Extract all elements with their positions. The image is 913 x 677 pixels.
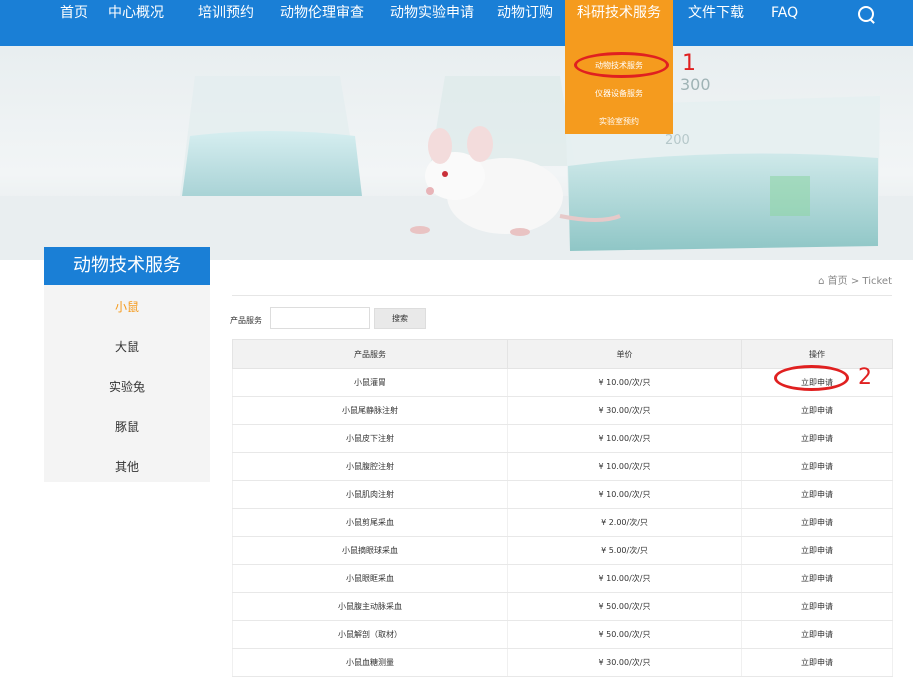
table-header-row: 产品服务 单价 操作 <box>232 339 893 369</box>
service-name: 小鼠肌肉注射 <box>232 480 508 509</box>
nav-item-home[interactable]: 首页 <box>60 0 88 46</box>
service-price: ¥ 10.00/次/只 <box>507 424 742 453</box>
top-nav: 首页 中心概况 培训预约 动物伦理审查 动物实验申请 动物订购 科研技术服务 文… <box>0 0 913 46</box>
table-row: 小鼠肌肉注射 ¥ 10.00/次/只 立即申请 <box>232 480 893 509</box>
apply-link[interactable]: 立即申请 <box>741 536 893 565</box>
apply-link[interactable]: 立即申请 <box>741 648 893 677</box>
service-price: ¥ 30.00/次/只 <box>507 648 742 677</box>
sidebar-item-mouse[interactable]: 小鼠 <box>44 298 210 315</box>
sidebar-item-rabbit[interactable]: 实验兔 <box>44 378 210 395</box>
apply-link[interactable]: 立即申请 <box>741 480 893 509</box>
table-row: 小鼠尾静脉注射 ¥ 30.00/次/只 立即申请 <box>232 396 893 425</box>
table-row: 小鼠血糖测量 ¥ 30.00/次/只 立即申请 <box>232 648 893 677</box>
search-icon[interactable] <box>858 6 874 22</box>
sidebar-item-other[interactable]: 其他 <box>44 458 210 475</box>
header-price: 单价 <box>507 339 742 369</box>
table-row: 小鼠腹腔注射 ¥ 10.00/次/只 立即申请 <box>232 452 893 481</box>
table-row: 小鼠剪尾采血 ¥ 2.00/次/只 立即申请 <box>232 508 893 537</box>
sidebar-title: 动物技术服务 <box>44 247 210 285</box>
service-price: ¥ 5.00/次/只 <box>507 536 742 565</box>
apply-link[interactable]: 立即申请 <box>741 424 893 453</box>
service-price: ¥ 30.00/次/只 <box>507 396 742 425</box>
search-button[interactable]: 搜索 <box>374 308 426 329</box>
home-icon: ⌂ <box>818 276 825 287</box>
nav-item-research-services[interactable]: 科研技术服务 <box>565 0 673 46</box>
nav-item-training[interactable]: 培训预约 <box>198 0 254 46</box>
service-name: 小鼠灌胃 <box>232 368 508 397</box>
table-row: 小鼠摘眼球采血 ¥ 5.00/次/只 立即申请 <box>232 536 893 565</box>
table-row: 小鼠解剖（取材） ¥ 50.00/次/只 立即申请 <box>232 620 893 649</box>
breadcrumb-current: > Ticket <box>850 276 892 287</box>
table-row: 小鼠皮下注射 ¥ 10.00/次/只 立即申请 <box>232 424 893 453</box>
nav-item-animal-order[interactable]: 动物订购 <box>497 0 553 46</box>
service-name: 小鼠皮下注射 <box>232 424 508 453</box>
service-name: 小鼠眼眶采血 <box>232 564 508 593</box>
annotation-circle-1 <box>574 52 669 78</box>
service-name: 小鼠摘眼球采血 <box>232 536 508 565</box>
service-price: ¥ 2.00/次/只 <box>507 508 742 537</box>
nav-item-experiment-apply[interactable]: 动物实验申请 <box>390 0 474 46</box>
service-price: ¥ 10.00/次/只 <box>507 480 742 509</box>
service-search-input[interactable] <box>270 307 370 329</box>
sidebar-item-rat[interactable]: 大鼠 <box>44 338 210 355</box>
nav-item-downloads[interactable]: 文件下载 <box>688 0 744 46</box>
apply-link[interactable]: 立即申请 <box>741 620 893 649</box>
content-divider <box>232 295 892 296</box>
header-service: 产品服务 <box>232 339 508 369</box>
breadcrumb-home[interactable]: 首页 <box>828 276 848 287</box>
apply-link[interactable]: 立即申请 <box>741 452 893 481</box>
nav-item-overview[interactable]: 中心概况 <box>108 0 164 46</box>
service-price: ¥ 50.00/次/只 <box>507 620 742 649</box>
table-row: 小鼠腹主动脉采血 ¥ 50.00/次/只 立即申请 <box>232 592 893 621</box>
apply-link[interactable]: 立即申请 <box>741 508 893 537</box>
apply-link[interactable]: 立即申请 <box>741 396 893 425</box>
annotation-number-2: 2 <box>858 365 872 390</box>
beaker-mark-200: 200 <box>665 133 690 148</box>
service-name: 小鼠腹腔注射 <box>232 452 508 481</box>
annotation-circle-2 <box>774 365 849 391</box>
apply-link[interactable]: 立即申请 <box>741 564 893 593</box>
service-price: ¥ 50.00/次/只 <box>507 592 742 621</box>
nav-item-ethics[interactable]: 动物伦理审查 <box>280 0 364 46</box>
hero-banner: 300 200 <box>0 46 913 260</box>
sidebar-item-guinea-pig[interactable]: 豚鼠 <box>44 418 210 435</box>
service-name: 小鼠尾静脉注射 <box>232 396 508 425</box>
annotation-number-1: 1 <box>682 51 696 76</box>
beaker-mark-300: 300 <box>680 75 711 94</box>
service-price: ¥ 10.00/次/只 <box>507 368 742 397</box>
service-price: ¥ 10.00/次/只 <box>507 452 742 481</box>
breadcrumb: ⌂ 首页 > Ticket <box>818 272 892 287</box>
service-name: 小鼠腹主动脉采血 <box>232 592 508 621</box>
service-name: 小鼠剪尾采血 <box>232 508 508 537</box>
services-table: 产品服务 单价 操作 小鼠灌胃 ¥ 10.00/次/只 立即申请 小鼠尾静脉注射 ¥ … <box>232 339 893 677</box>
table-row: 小鼠眼眶采血 ¥ 10.00/次/只 立即申请 <box>232 564 893 593</box>
dropdown-item-lab-booking[interactable]: 实验室预约 <box>565 116 673 127</box>
apply-link[interactable]: 立即申请 <box>741 592 893 621</box>
sidebar: 小鼠 大鼠 实验兔 豚鼠 其他 <box>44 285 210 482</box>
filter-label: 产品服务 <box>230 316 262 325</box>
banner-illustration: 300 200 <box>0 75 913 260</box>
service-name: 小鼠血糖测量 <box>232 648 508 677</box>
service-name: 小鼠解剖（取材） <box>232 620 508 649</box>
service-price: ¥ 10.00/次/只 <box>507 564 742 593</box>
nav-item-faq[interactable]: FAQ <box>771 0 798 46</box>
dropdown-item-equipment[interactable]: 仪器设备服务 <box>565 88 673 99</box>
